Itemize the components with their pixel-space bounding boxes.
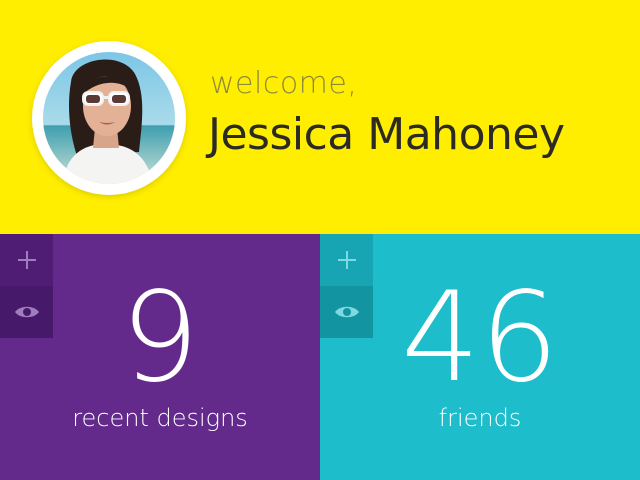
profile-header: welcome, Jessica Mahoney — [0, 0, 640, 234]
friends-count: 46 — [401, 266, 559, 410]
avatar[interactable] — [43, 52, 175, 184]
friends-label: friends — [438, 404, 522, 432]
user-photo — [43, 52, 175, 184]
welcome-text: welcome, — [210, 66, 358, 101]
avatar-frame[interactable] — [32, 41, 186, 195]
recent-designs-count: 9 — [120, 266, 200, 410]
friends-tile[interactable]: 46 friends — [320, 234, 640, 480]
recent-designs-tile[interactable]: 9 recent designs — [0, 234, 320, 480]
recent-designs-label: recent designs — [72, 404, 248, 432]
user-name: Jessica Mahoney — [208, 109, 565, 160]
